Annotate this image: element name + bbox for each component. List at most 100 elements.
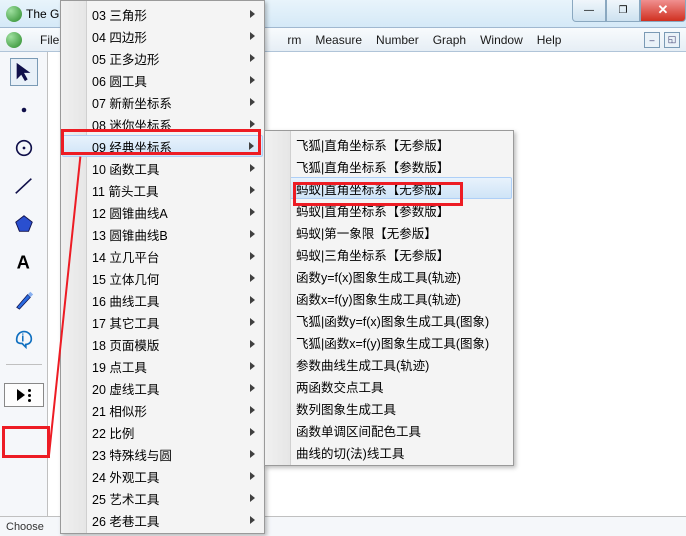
submenu-gutter: [265, 131, 291, 465]
close-button[interactable]: ✕: [640, 0, 686, 22]
menu-measure[interactable]: Measure: [315, 33, 362, 47]
menu-item-label: 17 其它工具: [92, 313, 159, 332]
point-tool[interactable]: [10, 96, 38, 124]
submenu-item-14[interactable]: 曲线的切(法)线工具: [266, 441, 512, 463]
menu-transform[interactable]: rm: [287, 33, 301, 47]
menu-item-label: 13 圆锥曲线B: [92, 225, 168, 244]
toolbox-divider: [6, 364, 42, 365]
submenu-arrow-icon: [250, 98, 255, 106]
minimize-button[interactable]: —: [572, 0, 606, 22]
menu-item-22[interactable]: 22 比例: [62, 421, 263, 443]
submenu-arrow-icon: [250, 252, 255, 260]
submenu-item-6[interactable]: 函数y=f(x)图象生成工具(轨迹): [266, 265, 512, 287]
info-tool[interactable]: i: [10, 324, 38, 352]
menu-item-label: 06 圆工具: [92, 71, 147, 90]
submenu-item-label: 蚂蚁|第一象限【无参版】: [296, 223, 437, 242]
menu-item-07[interactable]: 07 新新坐标系: [62, 91, 263, 113]
custom-tools-flyout[interactable]: [4, 383, 44, 407]
submenu-item-0[interactable]: 飞狐|直角坐标系【无参版】: [266, 133, 512, 155]
maximize-button[interactable]: ❐: [606, 0, 640, 22]
menu-item-21[interactable]: 21 相似形: [62, 399, 263, 421]
toolbox: A i: [0, 52, 48, 536]
submenu-arrow-icon: [250, 516, 255, 524]
submenu-item-5[interactable]: 蚂蚁|三角坐标系【无参版】: [266, 243, 512, 265]
submenu-arrow-icon: [250, 340, 255, 348]
menu-item-label: 21 相似形: [92, 401, 147, 420]
menu-item-10[interactable]: 10 函数工具: [62, 157, 263, 179]
menu-item-13[interactable]: 13 圆锥曲线B: [62, 223, 263, 245]
menu-item-label: 22 比例: [92, 423, 134, 442]
submenu-item-8[interactable]: 飞狐|函数y=f(x)图象生成工具(图象): [266, 309, 512, 331]
submenu-item-label: 飞狐|直角坐标系【参数版】: [296, 157, 449, 176]
mdi-restore-icon[interactable]: ◱: [664, 32, 680, 48]
arrow-tool[interactable]: [10, 58, 38, 86]
polygon-tool[interactable]: [10, 210, 38, 238]
menu-item-label: 11 箭头工具: [92, 181, 158, 200]
mdi-min-icon[interactable]: –: [644, 32, 660, 48]
menu-item-11[interactable]: 11 箭头工具: [62, 179, 263, 201]
submenu-item-label: 飞狐|直角坐标系【无参版】: [296, 135, 449, 154]
submenu-arrow-icon: [250, 54, 255, 62]
menu-item-23[interactable]: 23 特殊线与圆: [62, 443, 263, 465]
menu-window[interactable]: Window: [480, 33, 523, 47]
submenu-item-13[interactable]: 函数单调区间配色工具: [266, 419, 512, 441]
menu-item-label: 23 特殊线与圆: [92, 445, 172, 464]
submenu-item-1[interactable]: 飞狐|直角坐标系【参数版】: [266, 155, 512, 177]
menu-help[interactable]: Help: [537, 33, 562, 47]
submenu-arrow-icon: [249, 142, 254, 150]
app-title: The G: [26, 7, 59, 21]
menu-item-04[interactable]: 04 四边形: [62, 25, 263, 47]
marker-tool[interactable]: [10, 286, 38, 314]
menu-item-label: 07 新新坐标系: [92, 93, 172, 112]
submenu-arrow-icon: [250, 450, 255, 458]
menu-item-03[interactable]: 03 三角形: [62, 3, 263, 25]
submenu-item-9[interactable]: 飞狐|函数x=f(y)图象生成工具(图象): [266, 331, 512, 353]
submenu-arrow-icon: [250, 384, 255, 392]
submenu-item-label: 曲线的切(法)线工具: [296, 443, 404, 462]
submenu-item-label: 飞狐|函数y=f(x)图象生成工具(图象): [296, 311, 489, 330]
menu-item-label: 24 外观工具: [92, 467, 159, 486]
svg-text:i: i: [21, 333, 24, 345]
menu-item-14[interactable]: 14 立几平台: [62, 245, 263, 267]
status-text: Choose: [6, 521, 44, 533]
submenu-item-7[interactable]: 函数x=f(y)图象生成工具(轨迹): [266, 287, 512, 309]
menu-item-label: 14 立几平台: [92, 247, 159, 266]
menu-item-label: 10 函数工具: [92, 159, 159, 178]
menu-item-05[interactable]: 05 正多边形: [62, 47, 263, 69]
menu-item-19[interactable]: 19 点工具: [62, 355, 263, 377]
submenu-item-12[interactable]: 数列图象生成工具: [266, 397, 512, 419]
submenu-arrow-icon: [250, 120, 255, 128]
submenu-item-label: 函数x=f(y)图象生成工具(轨迹): [296, 289, 461, 308]
menu-item-label: 04 四边形: [92, 27, 147, 46]
window-controls: — ❐ ✕: [572, 0, 686, 22]
submenu-item-10[interactable]: 参数曲线生成工具(轨迹): [266, 353, 512, 375]
submenu-item-label: 参数曲线生成工具(轨迹): [296, 355, 429, 374]
menu-item-25[interactable]: 25 艺术工具: [62, 487, 263, 509]
submenu-item-4[interactable]: 蚂蚁|第一象限【无参版】: [266, 221, 512, 243]
menu-item-06[interactable]: 06 圆工具: [62, 69, 263, 91]
submenu-item-2[interactable]: 蚂蚁|直角坐标系【无参版】: [266, 177, 512, 199]
text-tool[interactable]: A: [10, 248, 38, 276]
line-tool[interactable]: [10, 172, 38, 200]
menu-item-16[interactable]: 16 曲线工具: [62, 289, 263, 311]
menu-item-08[interactable]: 08 迷你坐标系: [62, 113, 263, 135]
submenu-item-label: 函数y=f(x)图象生成工具(轨迹): [296, 267, 461, 286]
menu-item-label: 25 艺术工具: [92, 489, 159, 508]
submenu-item-label: 蚂蚁|直角坐标系【参数版】: [296, 201, 449, 220]
menu-item-12[interactable]: 12 圆锥曲线A: [62, 201, 263, 223]
menu-item-20[interactable]: 20 虚线工具: [62, 377, 263, 399]
menu-item-15[interactable]: 15 立体几何: [62, 267, 263, 289]
menu-item-09[interactable]: 09 经典坐标系: [62, 135, 263, 157]
submenu-item-11[interactable]: 两函数交点工具: [266, 375, 512, 397]
menu-item-18[interactable]: 18 页面模版: [62, 333, 263, 355]
circle-tool[interactable]: [10, 134, 38, 162]
menu-graph[interactable]: Graph: [433, 33, 466, 47]
menu-number[interactable]: Number: [376, 33, 419, 47]
menu-file[interactable]: File: [40, 33, 59, 47]
submenu-arrow-icon: [250, 230, 255, 238]
menu-item-17[interactable]: 17 其它工具: [62, 311, 263, 333]
menu-item-24[interactable]: 24 外观工具: [62, 465, 263, 487]
submenu-item-3[interactable]: 蚂蚁|直角坐标系【参数版】: [266, 199, 512, 221]
submenu-arrow-icon: [250, 428, 255, 436]
menu-item-26[interactable]: 26 老巷工具: [62, 509, 263, 531]
